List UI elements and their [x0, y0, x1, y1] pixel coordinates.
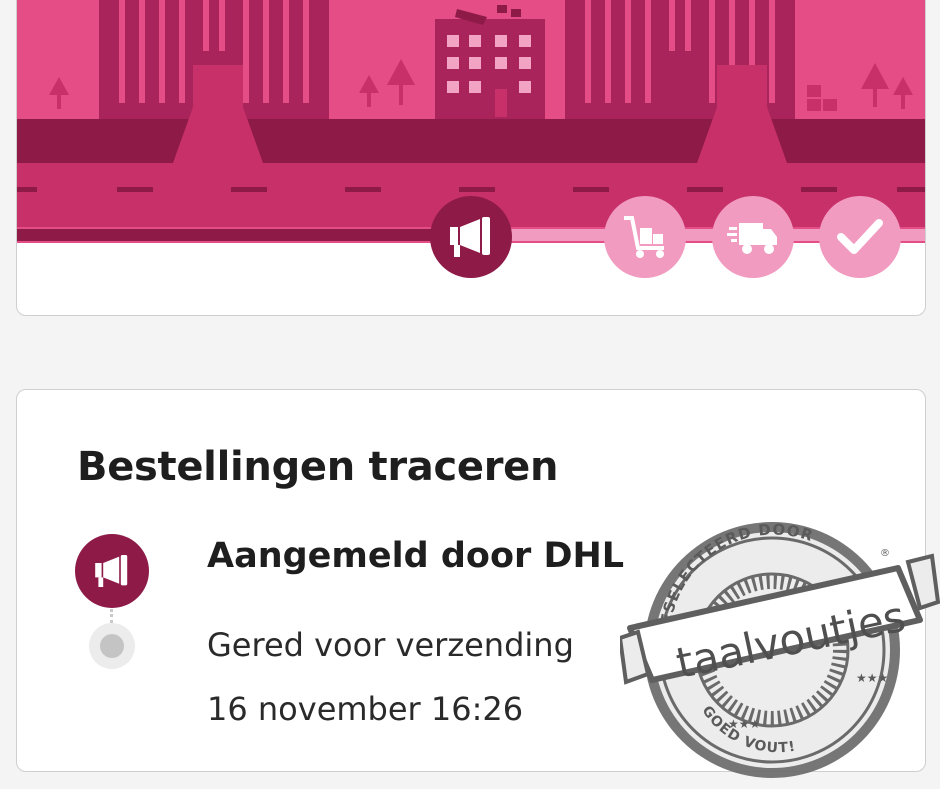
delivery-truck-icon: [727, 223, 777, 254]
stars-right-icon: ★★★: [856, 671, 888, 685]
step-title: Aangemeld door DHL: [207, 536, 625, 576]
stars-left-icon: ★★★: [728, 717, 760, 731]
megaphone-icon: [95, 555, 128, 587]
megaphone-icon: [450, 217, 490, 257]
step-active-marker: [75, 534, 149, 608]
tracking-hero-card: [16, 0, 926, 316]
stage-delivered: [819, 196, 901, 278]
trolley-icon: [624, 216, 664, 258]
timeline-connector: [110, 609, 113, 623]
stamp-registered-mark: ®: [880, 548, 890, 559]
taalvoutjes-stamp: GESELECTEERD DOOR GOED VOUT! ★★★ ★★★ taa…: [620, 520, 940, 778]
checkmark-icon: [837, 219, 883, 254]
step-status: Gered voor verzending: [207, 626, 574, 664]
stage-in-transit: [712, 196, 794, 278]
step-timestamp: 16 november 16:26: [207, 690, 524, 728]
tracking-title: Bestellingen traceren: [77, 444, 559, 490]
stage-prepared: [604, 196, 686, 278]
step-pending-marker: [89, 623, 135, 669]
stage-announced: [430, 196, 512, 278]
